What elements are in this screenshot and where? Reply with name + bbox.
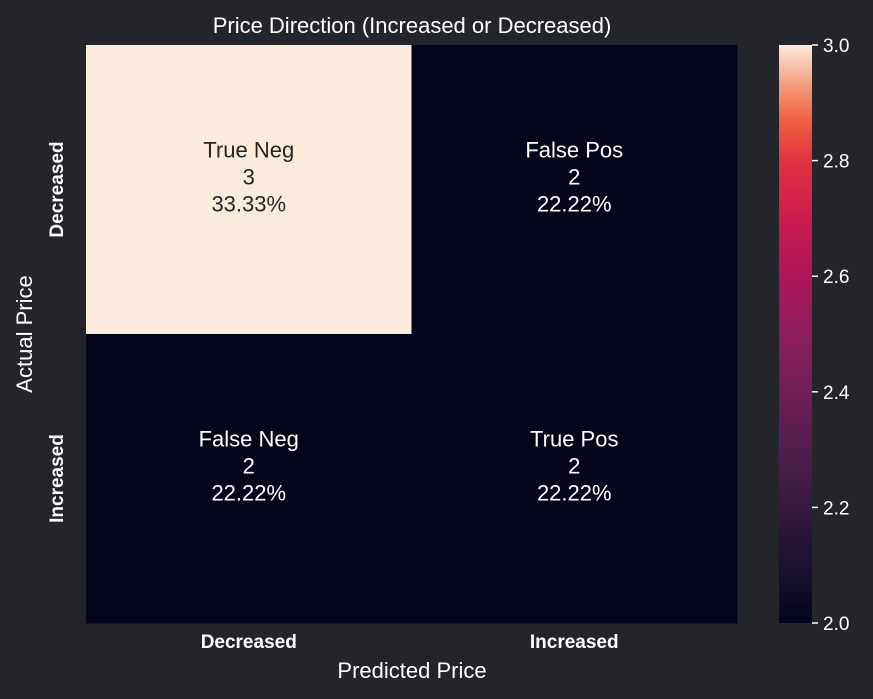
colorbar-tick-label: 2.6: [823, 267, 849, 288]
x-tick-label: Decreased: [201, 632, 297, 653]
chart-title: Price Direction (Increased or Decreased): [213, 13, 612, 38]
heatmap-cell: [411, 334, 738, 624]
y-axis-label: Actual Price: [12, 275, 37, 392]
y-tick-label: Decreased: [47, 141, 68, 237]
heatmap-cell: [86, 334, 412, 624]
confusion-matrix-chart: Price Direction (Increased or Decreased)…: [12, 13, 850, 683]
x-axis-label: Predicted Price: [337, 658, 486, 683]
cell-label: False Pos: [525, 138, 623, 163]
cell-label: True Neg: [203, 138, 294, 163]
colorbar: [779, 45, 812, 623]
cell-label: 2: [568, 165, 580, 190]
y-tick-label: Increased: [47, 434, 68, 523]
cell-label: 2: [243, 454, 255, 479]
cell-label: True Pos: [530, 427, 618, 452]
colorbar-tick-label: 2.4: [823, 383, 850, 404]
colorbar-tick-label: 2.8: [823, 152, 849, 173]
cell-label: 22.22%: [211, 481, 286, 506]
heatmap-cell: [86, 45, 412, 335]
colorbar-ticks: 2.0 2.2 2.4 2.6 2.8 3.0: [812, 36, 850, 635]
cell-label: 3: [243, 165, 255, 190]
cell-label: 33.33%: [211, 192, 286, 217]
cell-label: 22.22%: [537, 192, 612, 217]
x-tick-label: Increased: [530, 632, 619, 653]
y-axis-ticks: Decreased Increased: [47, 141, 68, 522]
x-axis-ticks: Decreased Increased: [201, 632, 619, 653]
colorbar-tick-label: 2.2: [823, 498, 849, 519]
heatmap-cells: [86, 45, 738, 624]
cell-label: 22.22%: [537, 481, 612, 506]
cell-label: 2: [568, 454, 580, 479]
colorbar-tick-label: 3.0: [823, 36, 849, 57]
cell-label: False Neg: [199, 427, 299, 452]
colorbar-tick-label: 2.0: [823, 614, 849, 635]
heatmap-cell: [411, 45, 738, 335]
